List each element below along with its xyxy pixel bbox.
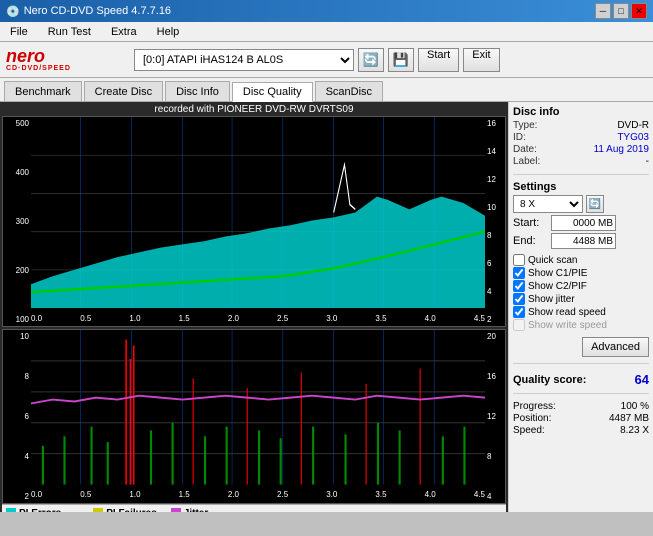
show-c2-pif-checkbox[interactable]: [513, 280, 525, 292]
tab-disc-quality[interactable]: Disc Quality: [232, 82, 313, 102]
lower-chart: 10 8 6 4 2 20 16 12 8 4: [2, 329, 506, 504]
jitter-label: Jitter: [184, 508, 208, 512]
disc-info-title: Disc info: [513, 106, 649, 118]
title-bar-controls: ─ □ ✕: [595, 3, 647, 19]
show-jitter-checkbox[interactable]: [513, 293, 525, 305]
tab-benchmark[interactable]: Benchmark: [4, 81, 82, 101]
quality-score-row: Quality score: 64: [513, 372, 649, 387]
lower-chart-inner: [31, 330, 485, 485]
upper-y-labels-right: 16 14 12 10 8 6 4 2: [485, 117, 505, 326]
speed-select[interactable]: 8 X Max 2 X 4 X 12 X 16 X: [513, 195, 583, 213]
nero-logo: nero CD·DVD/SPEED: [6, 45, 126, 75]
show-c1-pie-checkbox[interactable]: [513, 267, 525, 279]
upper-x-labels: 0.0 0.5 1.0 1.5 2.0 2.5 3.0 3.5 4.0 4.5: [31, 310, 485, 326]
show-c2-pif-row: Show C2/PIF: [513, 280, 649, 292]
show-write-speed-row: Show write speed: [513, 319, 649, 331]
disc-info-section: Disc info Type: DVD-R ID: TYG03 Date: 11…: [513, 106, 649, 168]
lower-y-labels-left: 10 8 6 4 2: [3, 330, 31, 503]
menu-file[interactable]: File: [4, 24, 34, 40]
toolbar: nero CD·DVD/SPEED [0:0] ATAPI iHAS124 B …: [0, 42, 653, 78]
upper-chart-svg: [31, 117, 485, 308]
advanced-container: Advanced: [513, 335, 649, 357]
drive-select[interactable]: [0:0] ATAPI iHAS124 B AL0S: [134, 49, 354, 71]
pi-errors-swatch: [6, 508, 16, 512]
menu-bar: File Run Test Extra Help: [0, 22, 653, 42]
position-row: Position: 4487 MB: [513, 413, 649, 424]
title-bar-title: Nero CD-DVD Speed 4.7.7.16: [24, 5, 171, 17]
menu-run-test[interactable]: Run Test: [42, 24, 97, 40]
menu-extra[interactable]: Extra: [105, 24, 143, 40]
refresh-icon[interactable]: 🔄: [358, 48, 384, 72]
quick-scan-row: Quick scan: [513, 254, 649, 266]
divider-2: [513, 363, 649, 364]
show-write-speed-checkbox: [513, 319, 525, 331]
show-c1-pie-row: Show C1/PIE: [513, 267, 649, 279]
show-read-speed-checkbox[interactable]: [513, 306, 525, 318]
save-icon[interactable]: 💾: [388, 48, 414, 72]
quick-scan-checkbox[interactable]: [513, 254, 525, 266]
lower-x-labels: 0.0 0.5 1.0 1.5 2.0 2.5 3.0 3.5 4.0 4.5: [31, 487, 485, 503]
pi-failures-swatch: [93, 508, 103, 512]
show-jitter-row: Show jitter: [513, 293, 649, 305]
speed-settings-row: 8 X Max 2 X 4 X 12 X 16 X 🔄: [513, 195, 649, 213]
upper-chart: 500 400 300 200 100 16 14 12 10 8 6 4 2: [2, 116, 506, 327]
advanced-button[interactable]: Advanced: [582, 337, 649, 357]
progress-row: Progress: 100 %: [513, 401, 649, 412]
disc-type-row: Type: DVD-R: [513, 120, 649, 131]
divider-3: [513, 393, 649, 394]
start-button[interactable]: Start: [418, 48, 459, 72]
pi-failures-stats: PI Failures Average: 0.01 Maximum: 8 Tot…: [93, 508, 157, 512]
pi-errors-stats: PI Errors Average: 130.08 Maximum: 280 T…: [6, 508, 79, 512]
exit-button[interactable]: Exit: [463, 48, 499, 72]
show-read-speed-row: Show read speed: [513, 306, 649, 318]
upper-y-labels-left: 500 400 300 200 100: [3, 117, 31, 326]
progress-info: Progress: 100 % Position: 4487 MB Speed:…: [513, 400, 649, 436]
start-row: Start:: [513, 215, 649, 231]
settings-title: Settings: [513, 181, 649, 193]
lower-chart-svg: [31, 330, 485, 485]
jitter-stats: Jitter Average: 9.46 % Maximum: 10.1 % P…: [171, 508, 251, 512]
lower-y-labels-right: 20 16 12 8 4: [485, 330, 505, 503]
pi-errors-label: PI Errors: [19, 508, 61, 512]
close-button[interactable]: ✕: [631, 3, 647, 19]
minimize-button[interactable]: ─: [595, 3, 611, 19]
disc-date-row: Date: 11 Aug 2019: [513, 144, 649, 155]
pi-failures-label: PI Failures: [106, 508, 157, 512]
tab-scan-disc[interactable]: ScanDisc: [315, 81, 383, 101]
speed-row: Speed: 8.23 X: [513, 425, 649, 436]
chart-area: recorded with PIONEER DVD-RW DVRTS09 500…: [0, 102, 508, 512]
disc-id-row: ID: TYG03: [513, 132, 649, 143]
chart-title: recorded with PIONEER DVD-RW DVRTS09: [2, 104, 506, 115]
jitter-swatch: [171, 508, 181, 512]
start-input[interactable]: [551, 215, 616, 231]
bottom-stats: PI Errors Average: 130.08 Maximum: 280 T…: [2, 504, 506, 512]
speed-refresh-icon[interactable]: 🔄: [586, 195, 604, 213]
settings-section: Settings 8 X Max 2 X 4 X 12 X 16 X 🔄 Sta…: [513, 181, 649, 251]
tab-disc-info[interactable]: Disc Info: [165, 81, 230, 101]
maximize-button[interactable]: □: [613, 3, 629, 19]
title-bar: 💿 Nero CD-DVD Speed 4.7.7.16 ─ □ ✕: [0, 0, 653, 22]
end-input[interactable]: [551, 233, 616, 249]
disc-label-row: Label: -: [513, 156, 649, 167]
checkboxes-section: Quick scan Show C1/PIE Show C2/PIF Show …: [513, 254, 649, 332]
tabs: Benchmark Create Disc Disc Info Disc Qua…: [0, 78, 653, 102]
title-bar-icon: 💿: [6, 5, 20, 18]
main-content: recorded with PIONEER DVD-RW DVRTS09 500…: [0, 102, 653, 512]
tab-create-disc[interactable]: Create Disc: [84, 81, 163, 101]
divider-1: [513, 174, 649, 175]
end-row: End:: [513, 233, 649, 249]
right-panel: Disc info Type: DVD-R ID: TYG03 Date: 11…: [508, 102, 653, 512]
menu-help[interactable]: Help: [151, 24, 186, 40]
upper-chart-inner: [31, 117, 485, 308]
